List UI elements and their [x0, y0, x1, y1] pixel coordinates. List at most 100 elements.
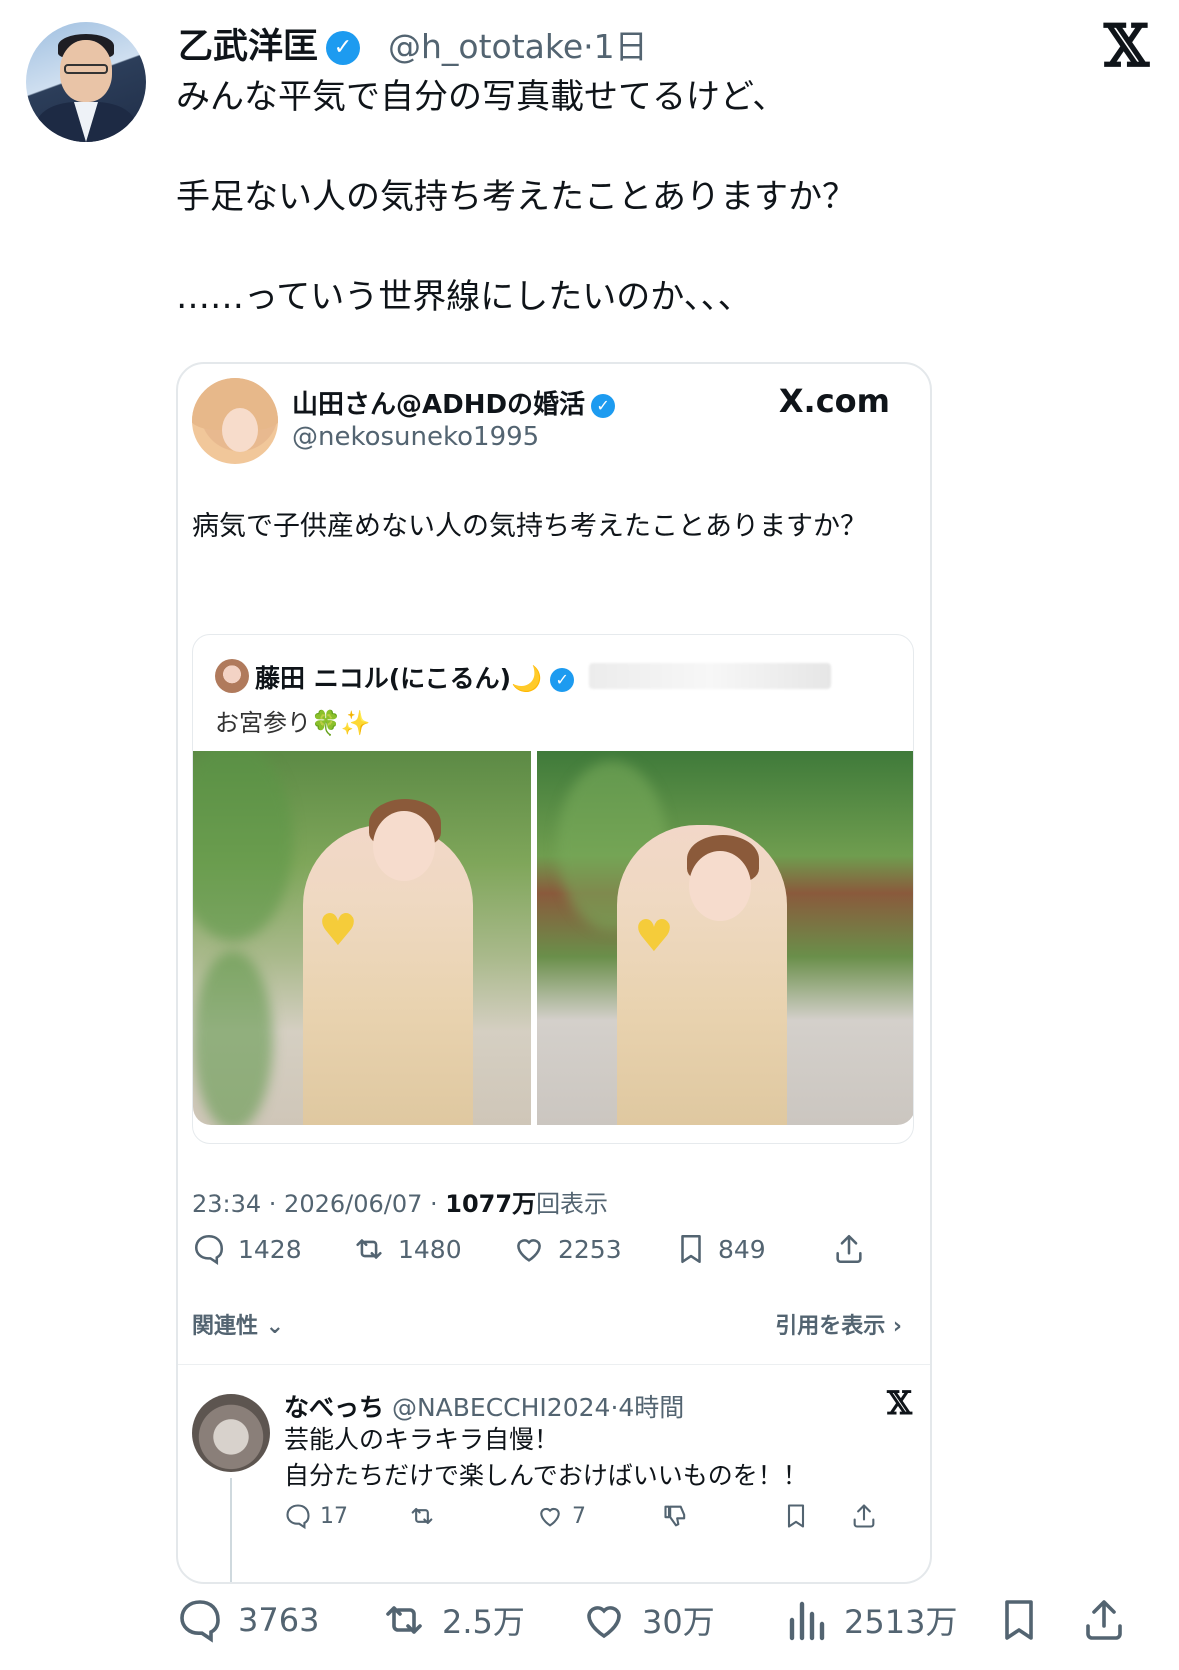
embedded-post: 藤田 ニコル(にこるん)🌙 ✓ お宮参り🍀✨ ♥ ♥ — [192, 634, 914, 1144]
quote-actions: 1428 1480 2253 849 — [192, 1232, 916, 1280]
share-icon — [1086, 1600, 1122, 1640]
quote-like-count: 2253 — [558, 1234, 622, 1264]
quote-name-row: 山田さん@ADHDの婚活 ✓ — [292, 384, 616, 421]
relevance-label: 関連性 — [192, 1314, 259, 1339]
photo-left: ♥ — [193, 751, 531, 1125]
post-time[interactable]: 1日 — [594, 27, 648, 66]
repost-icon — [356, 1239, 382, 1259]
reply-reply-count: 17 — [320, 1503, 348, 1529]
show-quotes-label: 引用を表示 — [775, 1314, 886, 1339]
repost-button[interactable]: 2.5万 — [380, 1596, 525, 1644]
quote-source-label: X.com — [778, 382, 890, 420]
bookmark-icon — [681, 1234, 701, 1264]
reply-share-button — [850, 1502, 878, 1530]
heart-icon — [540, 1507, 560, 1527]
quote-bookmark-count: 849 — [718, 1234, 766, 1264]
heart-sticker-icon: ♥ — [318, 905, 358, 956]
show-quotes-link: 引用を表示 › — [775, 1308, 902, 1340]
bookmark-icon — [1005, 1600, 1033, 1640]
author-name[interactable]: 乙武洋匡 — [178, 27, 318, 67]
reply-like-button: 7 — [536, 1502, 586, 1530]
reply-time: ·4時間 — [610, 1393, 685, 1422]
embedded-author-name: 藤田 ニコル(にこるん)🌙 — [255, 664, 543, 693]
photo-right: ♥ — [537, 751, 913, 1125]
share-icon — [836, 1234, 862, 1264]
reply-avatar — [192, 1394, 270, 1472]
author-handle-row: @h_ototake·1日 — [388, 20, 648, 68]
avatar-glasses — [64, 64, 108, 74]
reply-icon — [286, 1504, 310, 1530]
x-logo-icon: 𝕏 — [1103, 12, 1149, 80]
quote-repost-count: 1480 — [398, 1234, 462, 1264]
blurred-handle — [589, 663, 831, 689]
quote-author-handle: @nekosuneko1995 — [292, 422, 540, 452]
quote-repost-button: 1480 — [352, 1232, 462, 1266]
quote-card[interactable]: 山田さん@ADHDの婚活 ✓ @nekosuneko1995 X.com 病気で子… — [176, 362, 932, 1584]
thread-line — [230, 1478, 232, 1582]
foreground-leaves — [193, 751, 293, 941]
heart-icon — [517, 1239, 541, 1262]
like-button[interactable]: 30万 — [580, 1596, 715, 1644]
reply-like-count: 7 — [572, 1503, 586, 1529]
quote-text: 病気で子供産めない人の気持ち考えたことありますか？ — [192, 511, 867, 542]
views-chart-icon — [789, 1601, 825, 1641]
quote-avatar-face — [222, 408, 258, 452]
quote-meta: 23:34 · 2026/06/07 · 1077万回表示 — [192, 1184, 608, 1219]
reply-count: 3763 — [238, 1601, 320, 1639]
reply-button[interactable]: 3763 — [176, 1596, 319, 1644]
verified-badge-icon: ✓ — [550, 668, 575, 692]
relevance-sort: 関連性 ⌄ — [192, 1308, 284, 1340]
views-count: 2513万 — [844, 1603, 958, 1641]
quote-reply-count: 1428 — [238, 1234, 302, 1264]
reply-repost-button — [408, 1502, 436, 1530]
quote-views-suffix: 回表示 — [536, 1190, 609, 1218]
heart-sticker-icon: ♥ — [634, 911, 674, 962]
reply-reply-button: 17 — [284, 1502, 348, 1530]
embedded-text: お宮参り🍀✨ — [215, 709, 371, 737]
quote-timestamp: 23:34 · 2026/06/07 · — [192, 1190, 446, 1218]
reply-actions: 17 7 — [284, 1502, 884, 1542]
quote-reply-button: 1428 — [192, 1232, 302, 1266]
chevron-right-icon: › — [885, 1314, 902, 1339]
tweet-actions: 3763 2.5万 30万 2513万 — [176, 1596, 1166, 1656]
divider — [178, 1364, 930, 1365]
embedded-avatar — [215, 659, 249, 693]
reply-author-name: なべっち — [284, 1393, 385, 1422]
verified-badge-icon: ✓ — [326, 31, 361, 65]
author-name-row[interactable]: 乙武洋匡 ✓ — [178, 18, 366, 69]
like-count: 30万 — [642, 1603, 715, 1641]
share-icon — [853, 1504, 875, 1528]
person-head — [373, 811, 435, 881]
views-button[interactable]: 2513万 — [786, 1596, 957, 1644]
bookmark-button[interactable] — [998, 1596, 1040, 1644]
reply-text: 芸能人のキラキラ自慢！ 自分たちだけで楽しんでおけばいいものを！！ — [284, 1425, 808, 1490]
reply-bookmark-button — [784, 1502, 808, 1530]
heart-icon — [587, 1606, 621, 1639]
quote-views: 1077万 — [445, 1190, 537, 1218]
quote-share-button — [832, 1232, 866, 1266]
separator-dot: · — [583, 27, 594, 66]
chevron-down-icon: ⌄ — [258, 1314, 285, 1339]
tweet-text: みんな平気で自分の写真載せてるけど、 手足ない人の気持ち考えたことありますか？ … — [176, 77, 856, 317]
reply-icon — [180, 1600, 220, 1643]
foreground-leaves — [193, 951, 273, 1125]
embedded-name-row: 藤田 ニコル(にこるん)🌙 ✓ — [255, 659, 575, 695]
author-handle[interactable]: @h_ototake — [388, 27, 583, 66]
reply-icon — [194, 1234, 224, 1265]
reply-header: なべっち @NABECCHI2024·4時間 — [284, 1388, 684, 1424]
repost-icon — [411, 1507, 433, 1525]
verified-badge-icon: ✓ — [591, 393, 616, 418]
reply-dislike-button — [662, 1502, 690, 1530]
thumbs-down-icon — [664, 1505, 686, 1527]
repost-count: 2.5万 — [442, 1603, 525, 1641]
x-logo-icon: 𝕏 — [887, 1384, 912, 1422]
share-button[interactable] — [1080, 1596, 1128, 1644]
bookmark-icon — [787, 1504, 805, 1528]
quote-bookmark-button: 849 — [676, 1232, 766, 1266]
person-head — [689, 851, 751, 921]
repost-icon — [386, 1606, 422, 1634]
quote-like-button: 2253 — [512, 1232, 622, 1266]
reply-author-handle: @NABECCHI2024 — [391, 1393, 611, 1422]
author-avatar[interactable] — [26, 22, 146, 142]
quote-avatar — [192, 378, 278, 464]
